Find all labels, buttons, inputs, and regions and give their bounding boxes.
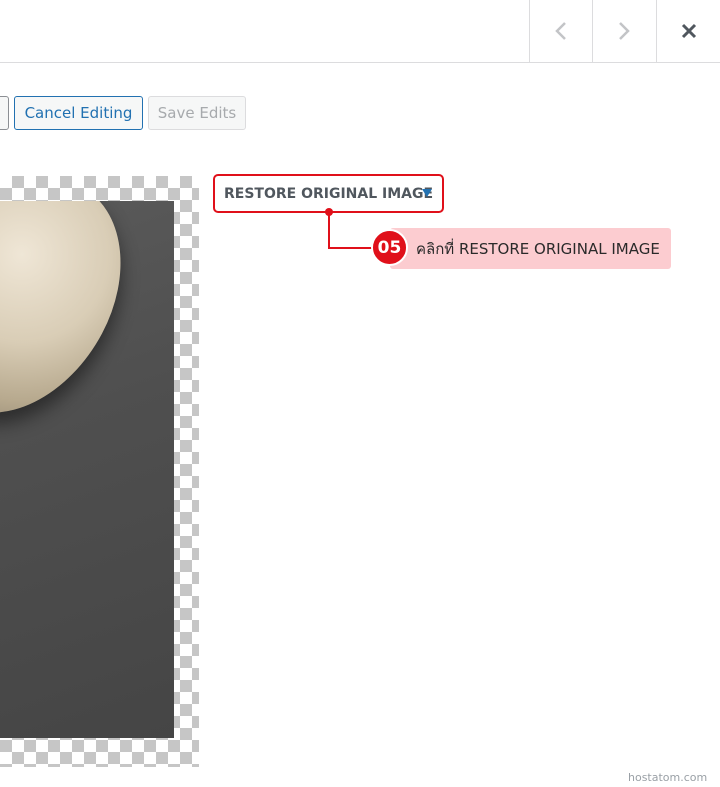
next-button[interactable] <box>592 0 655 62</box>
image-preview[interactable] <box>0 201 174 738</box>
callout-instruction: คลิกที่ RESTORE ORIGINAL IMAGE <box>390 228 671 269</box>
close-icon <box>681 23 696 39</box>
callout-connector-vertical <box>328 212 330 248</box>
close-button[interactable] <box>656 0 720 62</box>
callout-connector-horizontal <box>328 247 374 249</box>
restore-label: RESTORE ORIGINAL IMAGE <box>224 185 434 202</box>
caret-down-icon <box>422 189 432 197</box>
toolbar-button-partial[interactable] <box>0 96 9 130</box>
stone-image <box>0 201 159 449</box>
callout-text: คลิกที่ RESTORE ORIGINAL IMAGE <box>416 239 660 258</box>
chevron-left-icon <box>555 22 566 40</box>
step-badge: 05 <box>371 229 408 266</box>
cancel-editing-button[interactable]: Cancel Editing <box>14 96 143 130</box>
chevron-right-icon <box>619 22 630 40</box>
save-edits-button[interactable]: Save Edits <box>148 96 246 130</box>
modal-header <box>0 0 720 63</box>
previous-button[interactable] <box>529 0 592 62</box>
watermark: hostatom.com <box>628 771 708 784</box>
